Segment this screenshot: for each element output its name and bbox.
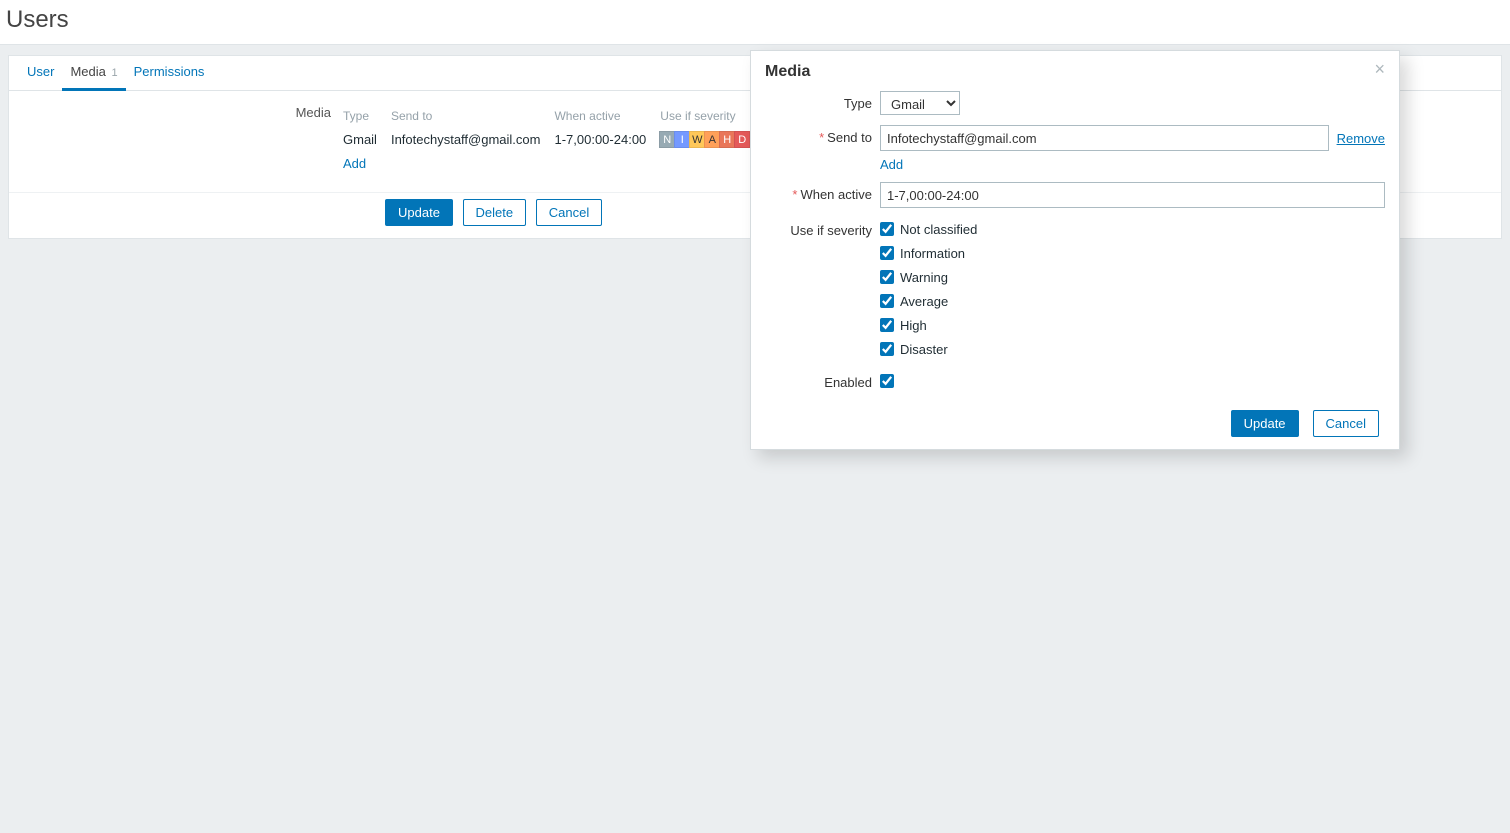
media-cell-type: Gmail [339, 127, 387, 152]
modal-add-link[interactable]: Add [880, 157, 903, 172]
modal-title: Media [765, 63, 810, 81]
media-section-label: Media [9, 105, 339, 174]
severity-label: Information [900, 246, 965, 261]
severity-checkbox-high[interactable] [880, 318, 894, 332]
modal-label-whenactive: *When active [765, 182, 880, 202]
tab-permissions[interactable]: Permissions [126, 56, 213, 90]
close-icon[interactable]: × [1374, 63, 1385, 75]
severity-checkbox-not-classified[interactable] [880, 222, 894, 236]
media-add-link[interactable]: Add [343, 156, 366, 171]
severity-checkbox-information[interactable] [880, 246, 894, 260]
severity-chip-a: A [704, 131, 720, 148]
page-title: Users [0, 0, 1510, 45]
media-cell-severity: N I W A H D [656, 127, 760, 152]
severity-chip-i: I [674, 131, 690, 148]
media-table: Type Send to When active Use if severity… [339, 105, 760, 175]
severity-chip-n: N [659, 131, 675, 148]
modal-label-sendto: *Send to [765, 125, 880, 145]
media-th-severity: Use if severity [656, 105, 760, 127]
update-button[interactable]: Update [385, 199, 453, 226]
severity-label: Warning [900, 270, 948, 285]
when-active-input[interactable] [880, 182, 1385, 208]
severity-row-high[interactable]: High [880, 314, 1385, 336]
modal-cancel-button[interactable]: Cancel [1313, 410, 1379, 437]
table-row: Gmail Infotechystaff@gmail.com 1-7,00:00… [339, 127, 760, 152]
media-th-sendto: Send to [387, 105, 551, 127]
severity-row-not-classified[interactable]: Not classified [880, 218, 1385, 240]
media-modal: Media × Type Gmail *Send to Remove Add *… [750, 50, 1400, 450]
remove-link[interactable]: Remove [1337, 131, 1385, 146]
modal-update-button[interactable]: Update [1231, 410, 1299, 437]
severity-row-disaster[interactable]: Disaster [880, 338, 1385, 360]
cancel-button[interactable]: Cancel [536, 199, 602, 226]
severity-chip-h: H [719, 131, 735, 148]
media-cell-sendto: Infotechystaff@gmail.com [387, 127, 551, 152]
severity-row-warning[interactable]: Warning [880, 266, 1385, 288]
modal-label-enabled: Enabled [765, 370, 880, 390]
severity-chip-w: W [689, 131, 705, 148]
tab-media-count: 1 [112, 67, 118, 79]
modal-label-severity: Use if severity [765, 218, 880, 238]
tab-media-label: Media [70, 64, 105, 79]
severity-label: High [900, 318, 927, 333]
severity-chip-d: D [734, 131, 750, 148]
type-select[interactable]: Gmail [880, 91, 960, 115]
severity-label: Average [900, 294, 948, 309]
media-th-whenactive: When active [550, 105, 656, 127]
delete-button[interactable]: Delete [463, 199, 527, 226]
severity-label: Disaster [900, 342, 948, 357]
severity-checkbox-average[interactable] [880, 294, 894, 308]
severity-row-information[interactable]: Information [880, 242, 1385, 264]
severity-checkbox-warning[interactable] [880, 270, 894, 284]
media-cell-whenactive: 1-7,00:00-24:00 [550, 127, 656, 152]
modal-label-type: Type [765, 91, 880, 111]
media-th-type: Type [339, 105, 387, 127]
severity-checkbox-disaster[interactable] [880, 342, 894, 356]
tab-media[interactable]: Media 1 [62, 56, 125, 91]
enabled-checkbox[interactable] [880, 374, 894, 388]
severity-row-average[interactable]: Average [880, 290, 1385, 312]
send-to-input[interactable] [880, 125, 1329, 151]
tab-user[interactable]: User [19, 56, 62, 90]
severity-label: Not classified [900, 222, 977, 237]
